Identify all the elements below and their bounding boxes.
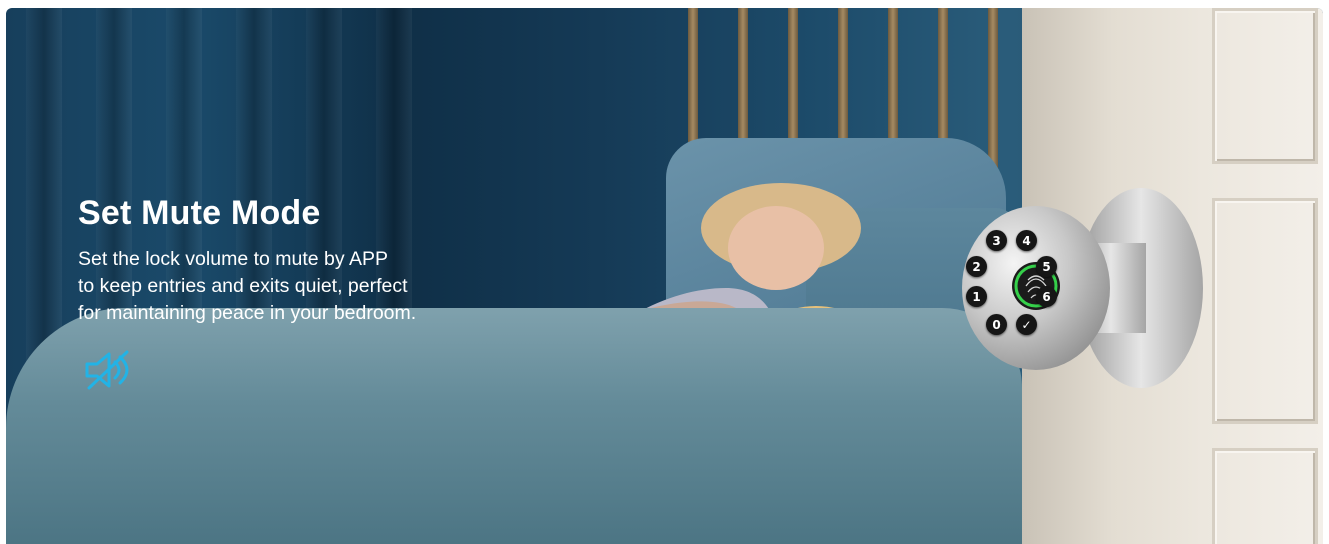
banner-description: Set the lock volume to mute by APP to ke… <box>78 246 508 327</box>
keypad-key: 6 <box>1036 286 1057 307</box>
bed-blanket <box>6 308 1022 544</box>
description-line: to keep entries and exits quiet, perfect <box>78 275 408 297</box>
keypad-key: 1 <box>966 286 987 307</box>
keypad-key: 2 <box>966 256 987 277</box>
banner-title: Set Mute Mode <box>78 194 321 232</box>
door-panel <box>1212 8 1318 164</box>
smart-lock-knob <box>962 188 1203 388</box>
keypad-key: ✓ <box>1016 314 1037 335</box>
description-line: Set the lock volume to mute by APP <box>78 248 388 270</box>
keypad-key: 4 <box>1016 230 1037 251</box>
keypad-key: 3 <box>986 230 1007 251</box>
door-panel <box>1212 198 1318 424</box>
keypad-key: 0 <box>986 314 1007 335</box>
speaker-muted-icon <box>85 350 129 390</box>
hero-banner: 3 4 2 5 1 6 0 ✓ Set Mute Mode Set the lock volu… <box>6 8 1323 544</box>
description-line: for maintaining peace in your bedroom. <box>78 302 417 324</box>
keypad-key: 5 <box>1036 256 1057 277</box>
door-panel <box>1212 448 1318 544</box>
